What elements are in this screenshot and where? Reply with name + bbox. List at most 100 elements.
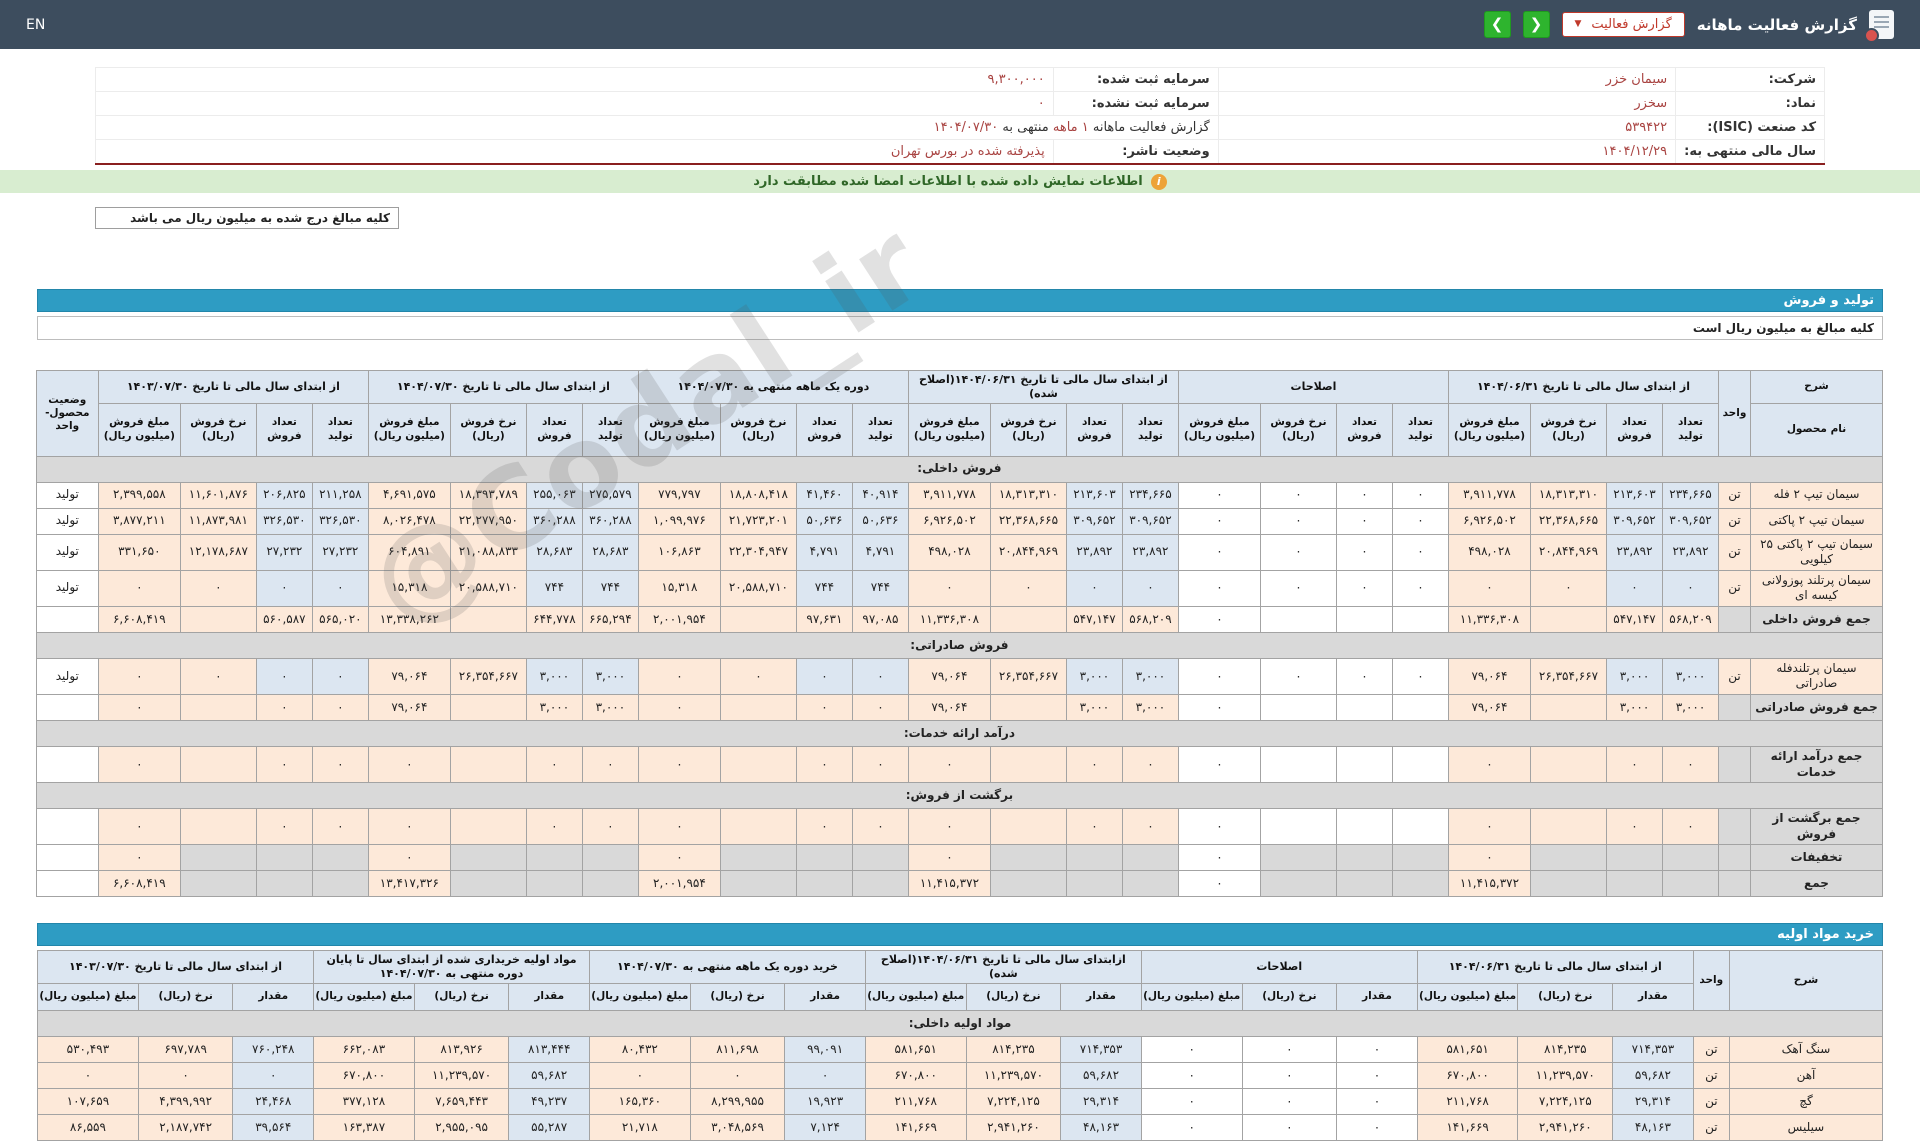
value-cell: ۱۰۷,۶۵۹ [37, 1087, 139, 1115]
unit-cell: تن [1718, 569, 1751, 607]
info-label-text: وضعیت ناشر: [1122, 144, 1210, 159]
value-cell: ۸,۰۲۶,۴۷۸ [367, 507, 451, 535]
symbol-value[interactable]: سخزر [1217, 91, 1677, 116]
value-cell [1530, 694, 1607, 722]
table-row: جمع فروش صادراتی ۳,۰۰۰ ۳,۰۰۰ ۷۹,۰۶۴ ۰ ۳,۰۰۰ ۳,… [35, 694, 1883, 722]
period-group-header: از ابتدای سال مالی تا تاریخ ۱۴۰۴/۰۶/۳۱ [1447, 370, 1720, 404]
value-cell: ۸۱۱,۶۹۸ [689, 1035, 786, 1063]
value-cell [1391, 605, 1449, 633]
company-info-row: سال مالی منتهی به: ۱۴۰۴/۱۲/۲۹ وضعیت ناشر: پ… [95, 139, 1825, 165]
value-cell: ۲۳,۸۹۲ [1606, 533, 1663, 571]
value-cell: ۶,۶۰۸,۴۱۹ [97, 870, 181, 898]
value-cell: ۱۰۶,۸۶۳ [637, 533, 721, 571]
value-cell: ۶,۹۲۶,۵۰۲ [907, 507, 991, 535]
sub-header: مبلغ فروش (میلیون ریال) [1177, 402, 1261, 457]
value-cell [1606, 870, 1663, 898]
value-cell: ۰ [97, 657, 181, 696]
table-row: درآمد ارائه خدمات: [35, 720, 1884, 748]
value-cell: ۳,۰۰۰ [581, 694, 639, 722]
value-cell: ۷۹,۰۶۴ [907, 694, 991, 722]
value-cell: ۰ [179, 657, 257, 696]
report-period: گزارش فعالیت ماهانه ۱ ماهه منتهی به ۱۴۰۴… [95, 115, 1219, 140]
value-cell: ۰ [581, 808, 639, 846]
value-cell: ۴۸,۱۶۳ [1060, 1113, 1142, 1141]
value-cell: ۰ [637, 808, 721, 846]
value-cell: ۶۶۵,۲۹۴ [581, 605, 639, 633]
value-cell: ۲۳,۸۹۲ [1065, 533, 1123, 571]
status-header: وضعیت محصول-واحد [35, 370, 99, 457]
row-name-cell: سیمان تیپ ۲ پاکتی ۲۵ کیلویی [1750, 533, 1883, 571]
value-cell: ۴۱,۴۶۰ [795, 481, 853, 509]
company-value[interactable]: سیمان خزر [1217, 67, 1677, 92]
value-cell: ۵۹,۶۸۲ [1612, 1061, 1694, 1089]
sales-table-body: فروش داخلی: سیمان تیپ ۲ فله تن ۲۳۴,۶۶۵ ۲۱۳,۶… [35, 455, 1884, 898]
value-cell: ۷۹,۰۶۴ [907, 657, 991, 696]
report-type-dropdown[interactable]: گزارش فعالیت ▼ [1561, 12, 1685, 37]
table-row: جمع درآمد ارائه خدمات ۰ ۰ ۰ ۰ ۰ ۰ ۰ ۰ ۰ ۰ ۰ ۰ ۰ ۰ ۰ ۰ [35, 746, 1883, 784]
table-row: جمع ۱۱,۴۱۵,۳۷۲ ۰ ۱۱,۴۱۵,۳۷۲ ۲,۰۰۱,۹۵۴ ۱۳,۴۱۷,… [35, 870, 1883, 898]
row-name-cell: گچ [1728, 1087, 1884, 1115]
table-row: آهن تن ۵۹,۶۸۲ ۱۱,۲۳۹,۵۷۰ ۶۷۰,۸۰۰ ۰ ۰ ۰ ۵۹,۶۸۲ ۱۱,… [37, 1061, 1884, 1089]
chevron-down-icon: ▼ [1574, 19, 1582, 29]
value-cell: ۰ [311, 657, 369, 696]
value-cell: ۳۰۹,۶۵۲ [1065, 507, 1123, 535]
value-cell: ۱۴۱,۶۶۹ [864, 1113, 967, 1141]
company-info-row: کد صنعت (ISIC): ۵۳۹۴۲۲ گزارش فعالیت ماهانه… [95, 115, 1825, 140]
value-cell: ۰ [1259, 533, 1337, 571]
sub-header: تعداد فروش [1335, 402, 1393, 457]
value-cell: ۲۰۶,۸۲۵ [255, 481, 313, 509]
section-row-cell: فروش صادراتی: [35, 631, 1884, 659]
value-cell: ۶۹۷,۷۸۹ [137, 1035, 234, 1063]
next-report-button[interactable]: ❯ [1522, 11, 1550, 38]
value-cell: ۱۳,۳۳۸,۲۶۲ [367, 605, 451, 633]
unit-cell [1718, 694, 1751, 722]
value-cell: ۸۰,۴۳۲ [588, 1035, 691, 1063]
value-cell: ۰ [255, 808, 313, 846]
value-cell [1335, 605, 1393, 633]
value-cell: ۳,۰۰۰ [1606, 657, 1663, 696]
unit-cell: تن [1692, 1035, 1730, 1063]
value-cell: ۲۹,۳۱۴ [1060, 1087, 1142, 1115]
value-cell: ۱۵,۳۱۸ [637, 569, 721, 607]
period-group-header: از ابتدای سال مالی تا تاریخ ۱۴۰۴/۰۶/۳۱(ا… [907, 370, 1179, 404]
value-cell: ۰ [1259, 507, 1337, 535]
value-cell: ۰ [311, 808, 369, 846]
desc-header: شرح [1728, 950, 1884, 1011]
company-info-table: شرکت: سیمان خزر سرمایه ثبت شده: ۹,۳۰۰,۰۰۰ نم… [95, 67, 1825, 165]
value-cell: ۰ [795, 746, 853, 784]
value-cell: ۱۹,۹۲۳ [784, 1087, 866, 1115]
value-cell: ۲۹,۳۱۴ [1612, 1087, 1694, 1115]
value-cell: ۰ [989, 569, 1067, 607]
value-cell [1662, 870, 1719, 898]
unit-cell: تن [1718, 507, 1751, 535]
info-value-text: پذیرفته شده در بورس تهران [890, 144, 1045, 159]
value-cell [179, 870, 257, 898]
unit-cell: تن [1718, 533, 1751, 571]
sub-header: نرخ (ریال) [413, 982, 510, 1011]
sub-header: مبلغ (میلیون ریال) [864, 982, 967, 1011]
value-cell: ۰ [1391, 569, 1449, 607]
value-cell: ۹۹,۰۹۱ [784, 1035, 866, 1063]
section-row-cell: مواد اولیه داخلی: [37, 1009, 1883, 1037]
value-cell: ۰ [1241, 1087, 1338, 1115]
sub-header: مبلغ (میلیون ریال) [1416, 982, 1519, 1011]
table-row: سیمان پرتلند پوزولانی کیسه ای تن ۰ ۰ ۰ ۰ ۰ ۰ ۰ ۰ ۰… [35, 569, 1883, 607]
value-cell: ۷,۶۵۹,۴۴۳ [413, 1087, 510, 1115]
status-cell [35, 808, 99, 846]
value-cell: ۰ [525, 746, 583, 784]
value-cell [1335, 844, 1393, 872]
value-cell [989, 870, 1067, 898]
section-row-cell: فروش داخلی: [35, 455, 1884, 483]
language-toggle-link[interactable]: EN [26, 17, 45, 33]
prev-report-button[interactable]: ❮ [1483, 11, 1511, 38]
value-cell [719, 808, 797, 846]
value-cell: ۰ [1391, 657, 1449, 696]
value-cell: ۴۰,۹۱۴ [851, 481, 909, 509]
value-cell: ۰ [97, 746, 181, 784]
value-cell: ۲۷۵,۵۷۹ [581, 481, 639, 509]
value-cell: ۰ [1259, 657, 1337, 696]
sub-header: مقدار [508, 982, 590, 1011]
value-cell [719, 605, 797, 633]
company-label: شرکت: [1675, 67, 1825, 92]
period-group-header: ازابتدای سال مالی تا تاریخ ۱۴۰۴/۰۶/۳۱(اص… [864, 950, 1142, 984]
